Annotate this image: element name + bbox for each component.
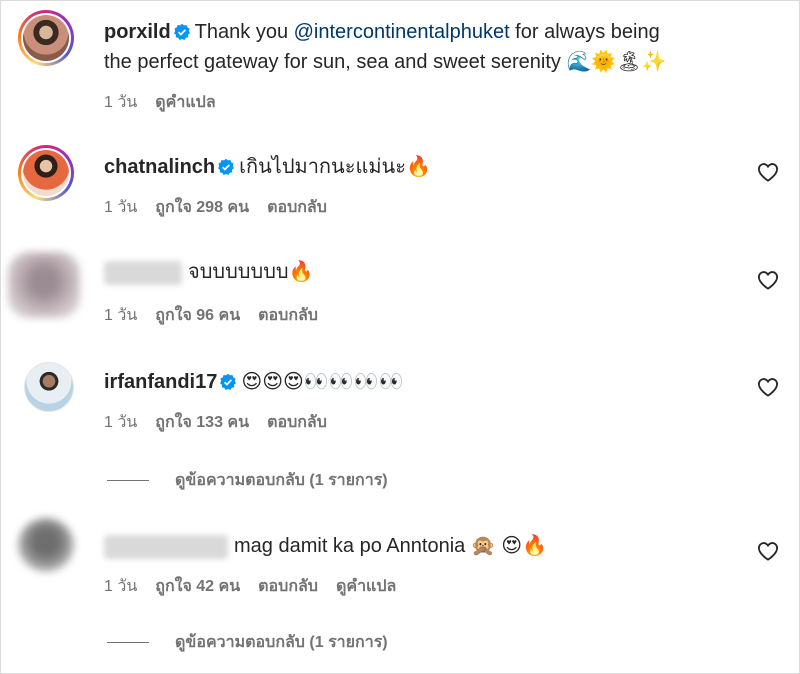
reply-button[interactable]: ตอบกลับ [258, 578, 318, 595]
comment-username[interactable]: irfanfandi17 [104, 371, 217, 393]
view-replies-label[interactable]: ดูข้อความตอบกลับ (1 รายการ) [175, 472, 388, 489]
comment-text: mag damit ka po Anntonia 🙊 😍🔥 [234, 535, 548, 557]
reply-button[interactable]: ตอบกลับ [267, 414, 327, 431]
caption-text: Thank you [194, 21, 294, 43]
comment-likes[interactable]: ถูกใจ 298 คน [155, 199, 249, 216]
comment-time[interactable]: 1 วัน [104, 414, 137, 431]
comment-likes[interactable]: ถูกใจ 133 คน [155, 414, 249, 431]
caption-avatar[interactable] [18, 10, 74, 66]
verified-badge-icon [173, 23, 190, 41]
replies-divider [107, 642, 149, 644]
replies-divider [107, 480, 149, 482]
comment-avatar[interactable] [18, 145, 74, 201]
like-heart-icon[interactable] [757, 541, 779, 561]
comment-time[interactable]: 1 วัน [104, 199, 137, 216]
comment-time[interactable]: 1 วัน [104, 578, 137, 595]
reply-button[interactable]: ตอบกลับ [258, 307, 318, 324]
comment-line: irfanfandi17 😍😍😍👀👀👀👀 [104, 366, 404, 397]
caption-meta: 1 วัน ดูคำแปล [104, 90, 234, 115]
caption-text-2: the perfect gateway for sun, sea and swe… [104, 51, 561, 73]
caption-emojis: 🌊🌞🏝✨ [566, 49, 667, 73]
blurred-avatar[interactable] [18, 518, 74, 572]
view-replies-label[interactable]: ดูข้อความตอบกลับ (1 รายการ) [175, 634, 388, 651]
like-heart-icon[interactable] [757, 162, 779, 182]
comment-line: mag damit ka po Anntonia 🙊 😍🔥 [104, 531, 547, 561]
comment-username[interactable]: chatnalinch [104, 156, 215, 178]
like-heart-icon[interactable] [757, 377, 779, 397]
comment-line: chatnalinch เกินไปมากนะแม่นะ🔥 [104, 152, 431, 182]
blurred-avatar[interactable] [8, 252, 80, 318]
comment-avatar[interactable] [24, 362, 74, 412]
caption-line-2: the perfect gateway for sun, sea and swe… [104, 46, 667, 77]
view-replies-link[interactable]: ดูข้อความตอบกลับ (1 รายการ) [107, 468, 388, 493]
blurred-username[interactable] [104, 260, 182, 285]
caption-text-after: for always being [509, 21, 660, 43]
comment-text: จบบบบบบบ🔥 [188, 261, 314, 283]
like-heart-icon[interactable] [757, 270, 779, 290]
verified-badge-icon [220, 373, 237, 391]
comment-likes[interactable]: ถูกใจ 42 คน [155, 578, 240, 595]
blurred-username[interactable] [104, 534, 228, 559]
comment-text: 😍😍😍👀👀👀👀 [241, 369, 404, 393]
reply-button[interactable]: ตอบกลับ [267, 199, 327, 216]
comment-meta: 1 วัน ถูกใจ 42 คน ตอบกลับ ดูคำแปล [104, 574, 414, 599]
comment-likes[interactable]: ถูกใจ 96 คน [155, 307, 240, 324]
comment-line: จบบบบบบบ🔥 [104, 257, 314, 287]
translate-link[interactable]: ดูคำแปล [336, 578, 396, 595]
comment-meta: 1 วัน ถูกใจ 96 คน ตอบกลับ [104, 303, 336, 328]
caption-time[interactable]: 1 วัน [104, 94, 137, 111]
caption-line-1: porxild Thank you @intercontinentalphuket… [104, 17, 660, 47]
comment-time[interactable]: 1 วัน [104, 307, 137, 324]
translate-link[interactable]: ดูคำแปล [155, 94, 215, 111]
caption-username[interactable]: porxild [104, 21, 171, 43]
mention-link[interactable]: @intercontinentalphuket [294, 21, 510, 43]
comment-meta: 1 วัน ถูกใจ 133 คน ตอบกลับ [104, 410, 345, 435]
verified-badge-icon [218, 158, 235, 176]
comment-meta: 1 วัน ถูกใจ 298 คน ตอบกลับ [104, 195, 345, 220]
view-replies-link[interactable]: ดูข้อความตอบกลับ (1 รายการ) [107, 630, 388, 655]
comment-text: เกินไปมากนะแม่นะ🔥 [239, 156, 431, 178]
